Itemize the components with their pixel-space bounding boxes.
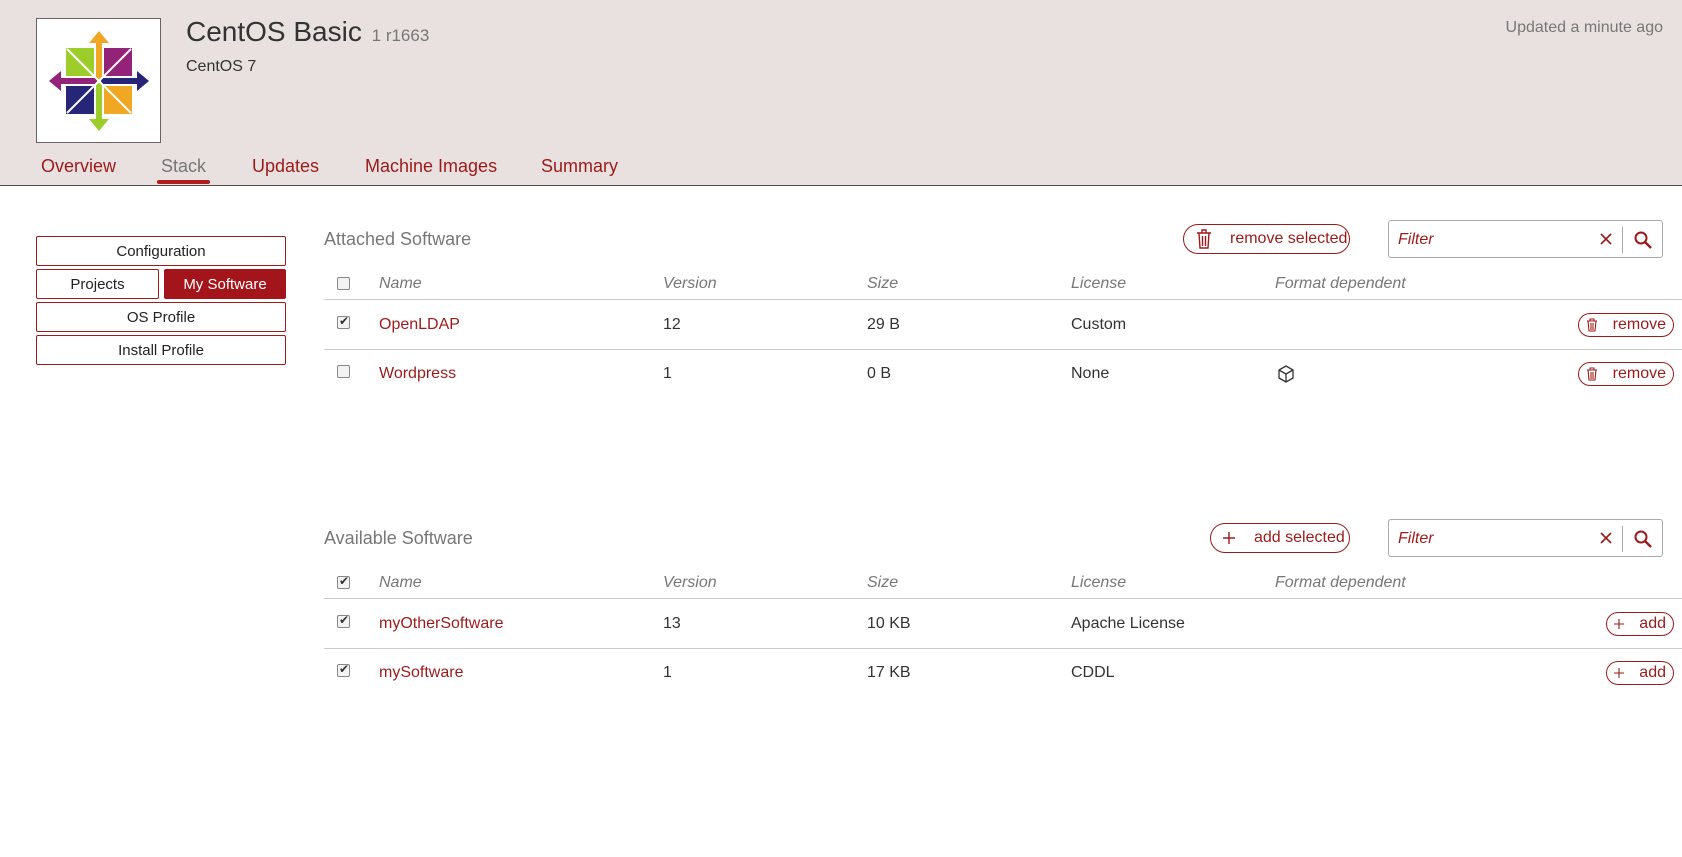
row-checkbox[interactable] [337, 613, 350, 628]
stack-version: 1 r1663 [371, 26, 430, 45]
trash-icon [1194, 228, 1214, 250]
available-select-all-checkbox[interactable] [337, 574, 350, 589]
search-icon[interactable] [1633, 529, 1653, 549]
column-license: License [1071, 574, 1127, 591]
remove-label: remove [1612, 316, 1666, 333]
column-version: Version [663, 275, 717, 292]
clear-icon[interactable] [1598, 231, 1614, 247]
tab-overview[interactable]: Overview [41, 156, 116, 177]
available-software-title: Available Software [324, 528, 473, 548]
sidebar-install-profile-button[interactable]: Install Profile [36, 335, 286, 365]
trash-icon [1585, 366, 1599, 382]
remove-label: remove [1612, 365, 1666, 382]
stack-name: CentOS Basic [186, 16, 362, 47]
software-size: 10 KB [867, 615, 911, 632]
add-button[interactable]: add [1606, 612, 1674, 636]
centos-logo [36, 18, 161, 143]
plus-icon [1613, 618, 1625, 630]
add-label: add [1639, 664, 1666, 681]
row-checkbox[interactable] [337, 365, 350, 378]
software-version: 12 [663, 316, 681, 333]
add-label: add [1639, 615, 1666, 632]
remove-selected-button[interactable]: remove selected [1183, 224, 1350, 254]
add-button[interactable]: add [1606, 661, 1674, 685]
software-size: 17 KB [867, 664, 911, 681]
os-name: CentOS 7 [186, 58, 257, 75]
table-row: Wordpress 1 0 B None remove [324, 350, 1682, 399]
software-version: 1 [663, 365, 672, 382]
sidebar-configuration-button[interactable]: Configuration [36, 236, 286, 266]
software-license: Apache License [1071, 615, 1185, 632]
software-license: CDDL [1071, 664, 1115, 681]
available-filter [1388, 519, 1663, 557]
software-name-link[interactable]: mySoftware [379, 664, 463, 682]
plus-icon [1613, 667, 1625, 679]
column-size: Size [867, 574, 899, 591]
row-checkbox[interactable] [337, 662, 350, 677]
software-version: 1 [663, 664, 672, 681]
column-size: Size [867, 275, 899, 292]
remove-button[interactable]: remove [1577, 362, 1674, 386]
software-license: None [1071, 365, 1110, 382]
attached-software-title: Attached Software [324, 229, 472, 249]
tab-summary[interactable]: Summary [541, 156, 618, 177]
filter-separator [1622, 227, 1623, 253]
software-size: 29 B [867, 316, 900, 333]
attached-filter [1388, 220, 1663, 258]
updated-timestamp: Updated a minute ago [1505, 19, 1663, 36]
tab-machine-images[interactable]: Machine Images [365, 156, 497, 177]
column-name: Name [379, 574, 422, 591]
sidebar-my-software-button[interactable]: My Software [164, 269, 286, 299]
software-license: Custom [1071, 316, 1127, 333]
page-header: CentOS Basic 1 r1663 CentOS 7 Updated a … [0, 0, 1682, 186]
column-license: License [1071, 275, 1127, 292]
available-filter-input[interactable] [1398, 528, 1598, 550]
page-title: CentOS Basic 1 r1663 [186, 16, 429, 48]
filter-separator [1622, 526, 1623, 552]
tab-stack[interactable]: Stack [161, 156, 206, 177]
clear-icon[interactable] [1598, 530, 1614, 546]
software-name-link[interactable]: OpenLDAP [379, 316, 460, 334]
search-icon[interactable] [1633, 230, 1653, 250]
software-size: 0 B [867, 365, 892, 382]
table-row: myOtherSoftware 13 10 KB Apache License … [324, 600, 1682, 649]
attached-select-all-checkbox[interactable] [337, 277, 350, 290]
table-row: OpenLDAP 12 29 B Custom remove [324, 301, 1682, 350]
add-selected-button[interactable]: add selected [1210, 523, 1350, 553]
plus-icon [1221, 530, 1237, 546]
add-selected-label: add selected [1254, 529, 1345, 546]
column-format-dependent: Format dependent [1275, 275, 1406, 292]
available-table-header: Name Version Size License Format depende… [324, 567, 1682, 599]
remove-button[interactable]: remove [1577, 313, 1674, 337]
remove-selected-label: remove selected [1230, 230, 1348, 247]
software-version: 13 [663, 615, 681, 632]
cube-icon [1278, 365, 1294, 383]
attached-table-header: Name Version Size License Format depende… [324, 268, 1682, 300]
table-row: mySoftware 1 17 KB CDDL add [324, 649, 1682, 698]
tab-updates[interactable]: Updates [252, 156, 319, 177]
software-name-link[interactable]: Wordpress [379, 365, 456, 383]
column-name: Name [379, 275, 422, 292]
row-checkbox[interactable] [337, 314, 350, 329]
sidebar-projects-button[interactable]: Projects [36, 269, 159, 299]
column-version: Version [663, 574, 717, 591]
sidebar-os-profile-button[interactable]: OS Profile [36, 302, 286, 332]
software-name-link[interactable]: myOtherSoftware [379, 615, 503, 633]
attached-filter-input[interactable] [1398, 229, 1598, 251]
active-tab-indicator [157, 180, 210, 184]
column-format-dependent: Format dependent [1275, 574, 1406, 591]
trash-icon [1585, 317, 1599, 333]
